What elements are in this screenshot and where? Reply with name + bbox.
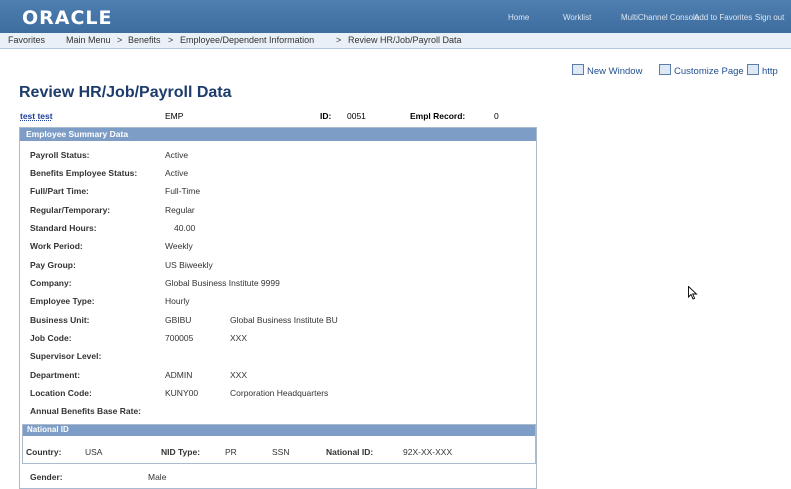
location-code-description: Corporation Headquarters	[230, 388, 329, 398]
breadcrumb-employee-dependent[interactable]: Employee/Dependent Information	[180, 35, 314, 45]
id-label: ID:	[320, 111, 332, 121]
breadcrumb-separator: >	[336, 35, 342, 45]
supervisor-level-label: Supervisor Level:	[30, 351, 102, 361]
company-label: Company:	[30, 278, 72, 288]
empl-record-label: Empl Record:	[410, 111, 466, 121]
breadcrumb-separator: >	[168, 35, 174, 45]
nid-type-label: NID Type:	[161, 447, 201, 457]
http-link[interactable]: http	[747, 64, 778, 77]
pay-group-value: US Biweekly	[165, 260, 213, 270]
breadcrumb-benefits[interactable]: Benefits	[128, 35, 161, 45]
main-menu[interactable]: Main Menu	[66, 35, 111, 45]
national-id-label: National ID:	[326, 447, 374, 457]
job-code-description: XXX	[230, 333, 248, 343]
breadcrumb-separator: >	[117, 35, 123, 45]
customize-page-link[interactable]: Customize Page	[659, 64, 744, 77]
national-id-value: 92X-XX-XXX	[403, 447, 453, 457]
employee-name-link[interactable]: test test	[20, 111, 53, 121]
breadcrumb: Favorites Main Menu > Benefits > Employe…	[0, 33, 791, 49]
id-value: 0051	[347, 111, 366, 121]
standard-hours-value: 40.00	[174, 223, 196, 233]
customize-page-icon	[659, 64, 671, 75]
employee-type-code: EMP	[165, 111, 184, 121]
breadcrumb-review-hr: Review HR/Job/Payroll Data	[348, 35, 462, 45]
payroll-status-value: Active	[165, 150, 189, 160]
sign-out-link[interactable]: Sign out	[755, 13, 784, 22]
employee-type-label: Employee Type:	[30, 296, 95, 306]
top-banner: ORACLE Home Worklist MultiChannel Consol…	[0, 0, 791, 33]
employee-summary-section: Employee Summary Data Payroll Status: Ac…	[19, 127, 537, 489]
business-unit-description: Global Business Institute BU	[230, 315, 338, 325]
nid-type-description: SSN	[272, 447, 290, 457]
top-links: Home Worklist MultiChannel Console Add t…	[0, 13, 791, 27]
gender-value: Male	[148, 472, 167, 482]
favorites-menu[interactable]: Favorites	[8, 35, 45, 45]
full-part-label: Full/Part Time:	[30, 186, 89, 196]
job-code-label: Job Code:	[30, 333, 72, 343]
add-to-favorites-link[interactable]: Add to Favorites	[694, 13, 752, 22]
regular-temporary-label: Regular/Temporary:	[30, 205, 111, 215]
standard-hours-label: Standard Hours:	[30, 223, 97, 233]
page-title: Review HR/Job/Payroll Data	[19, 84, 232, 101]
country-label: Country:	[26, 447, 62, 457]
payroll-status-label: Payroll Status:	[30, 150, 90, 160]
full-part-value: Full-Time	[165, 186, 201, 196]
multichannel-console-link[interactable]: MultiChannel Console	[621, 13, 699, 22]
pay-group-label: Pay Group:	[30, 260, 76, 270]
work-period-value: Weekly	[165, 241, 193, 251]
location-code-value: KUNY00	[165, 388, 199, 398]
empl-record-value: 0	[494, 111, 499, 121]
regular-temporary-value: Regular	[165, 205, 195, 215]
business-unit-label: Business Unit:	[30, 315, 90, 325]
department-description: XXX	[230, 370, 248, 380]
mouse-cursor-icon	[688, 286, 698, 300]
new-window-link[interactable]: New Window	[572, 64, 642, 77]
national-id-header: National ID	[23, 425, 535, 436]
gender-label: Gender:	[30, 472, 63, 482]
location-code-label: Location Code:	[30, 388, 92, 398]
company-value: Global Business Institute 9999	[165, 278, 280, 288]
annual-benefits-base-rate-label: Annual Benefits Base Rate:	[30, 406, 141, 416]
business-unit-value: GBIBU	[165, 315, 192, 325]
new-window-icon	[572, 64, 584, 75]
national-id-section: National ID Country: USA NID Type: PR SS…	[22, 424, 536, 464]
worklist-link[interactable]: Worklist	[563, 13, 591, 22]
department-label: Department:	[30, 370, 81, 380]
country-value: USA	[85, 447, 103, 457]
employee-type-value: Hourly	[165, 296, 190, 306]
benefits-status-value: Active	[165, 168, 189, 178]
section-header: Employee Summary Data	[20, 128, 536, 141]
work-period-label: Work Period:	[30, 241, 83, 251]
http-icon	[747, 64, 759, 75]
nid-type-value: PR	[225, 447, 237, 457]
job-code-value: 700005	[165, 333, 194, 343]
home-link[interactable]: Home	[508, 13, 529, 22]
benefits-status-label: Benefits Employee Status:	[30, 168, 138, 178]
department-value: ADMIN	[165, 370, 193, 380]
